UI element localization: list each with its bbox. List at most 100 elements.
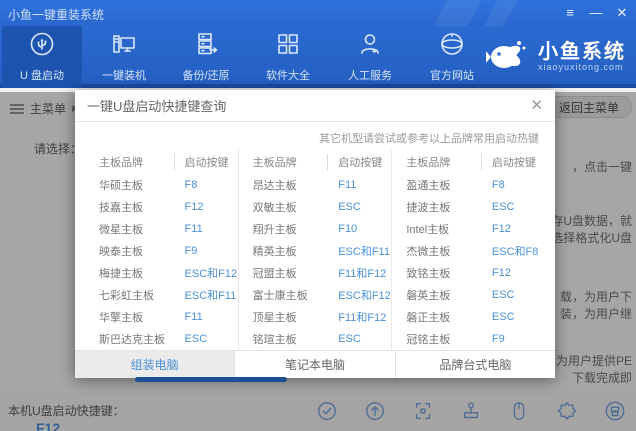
toolbar-item-website[interactable]: 官方网站 (412, 26, 492, 88)
hotkey-table: 主板品牌启动按键华硕主板F8技嘉主板F12微星主板F11映泰主板F9梅捷主板ES… (75, 148, 555, 350)
toolbar-item-label: U 盘启动 (20, 67, 64, 83)
boot-key-cell[interactable]: ESC (327, 201, 391, 213)
boot-key-cell[interactable]: ESC和F8 (481, 243, 545, 259)
pc-icon (111, 31, 137, 62)
boot-key-cell[interactable]: ESC和F11 (327, 243, 391, 259)
boot-key-cell[interactable]: F10 (327, 223, 391, 235)
col-header-key: 启动按键 (481, 154, 545, 170)
dialog-hint-text: 其它机型请尝试或参考以上品牌常用启动热键 (75, 122, 555, 148)
boot-key-cell[interactable]: F9 (481, 333, 545, 345)
close-icon[interactable]: ✕ (614, 5, 630, 21)
website-icon (439, 31, 465, 62)
toolbar-item-service[interactable]: 人工服务 (330, 26, 410, 88)
table-row: 盈通主板F8 (392, 174, 545, 196)
toolbar-item-backup[interactable]: 备份/还原 (166, 26, 246, 88)
tab-brand-desktop[interactable]: 品牌台式电脑 (395, 351, 555, 378)
app-title: 小鱼一键重装系统 (8, 6, 104, 23)
service-icon (357, 31, 383, 62)
toolbar-item-pc[interactable]: 一键装机 (84, 26, 164, 88)
boot-key-cell[interactable]: F12 (481, 223, 545, 235)
table-row: 杰微主板ESC和F8 (392, 240, 545, 262)
toolbar-item-label: 官方网站 (430, 67, 474, 83)
tab-laptop[interactable]: 笔记本电脑 (234, 351, 394, 378)
boot-key-cell[interactable]: F8 (481, 179, 545, 191)
brand-cell: 微星主板 (85, 221, 174, 237)
brand-url: xiaoyuxitong.com (538, 63, 626, 73)
brand-cell: 精英主板 (239, 243, 328, 259)
boot-key-cell[interactable]: ESC (174, 333, 238, 345)
table-row: 磐英主板ESC (392, 284, 545, 306)
brand-cell: 昂达主板 (239, 177, 328, 193)
boot-key-cell[interactable]: ESC和F11 (174, 287, 238, 303)
dialog-title: 一键U盘启动快捷键查询 (87, 96, 226, 115)
table-row: 精英主板ESC和F11 (239, 240, 392, 262)
dialog-close-icon[interactable]: ✕ (530, 98, 543, 113)
table-row: 顶星主板F11和F12 (239, 306, 392, 328)
hotkey-lookup-dialog: 一键U盘启动快捷键查询 ✕ 其它机型请尝试或参考以上品牌常用启动热键 主板品牌启… (75, 90, 555, 378)
minimize-icon[interactable]: — (588, 5, 604, 21)
brand-cell: 铭瑄主板 (239, 331, 328, 347)
boot-key-cell[interactable]: F11和F12 (327, 265, 391, 281)
menu-icon[interactable]: ≡ (562, 5, 578, 21)
apps-icon (275, 31, 301, 62)
titlebar-decor-stripe (428, 0, 485, 26)
boot-key-cell[interactable]: ESC (481, 311, 545, 323)
brand-cell: 富士康主板 (239, 287, 328, 303)
brand-cell: 致铭主板 (392, 265, 481, 281)
table-row: 捷波主板ESC (392, 196, 545, 218)
col-header-brand: 主板品牌 (85, 154, 174, 170)
table-row: 梅捷主板ESC和F12 (85, 262, 238, 284)
boot-key-cell[interactable]: F11 (174, 223, 238, 235)
brand-cell: 捷波主板 (392, 199, 481, 215)
table-row: 华擎主板F11 (85, 306, 238, 328)
brand-cell: 杰微主板 (392, 243, 481, 259)
toolbar-item-label: 一键装机 (102, 67, 146, 83)
boot-key-cell[interactable]: ESC和F12 (327, 287, 391, 303)
brand-cell: 冠盟主板 (239, 265, 328, 281)
boot-key-cell[interactable]: F8 (174, 179, 238, 191)
hotkey-column-group: 主板品牌启动按键盈通主板F8捷波主板ESCIntel主板F12杰微主板ESC和F… (391, 150, 545, 350)
tab-assembled-pc[interactable]: 组装电脑 (75, 351, 234, 378)
boot-key-cell[interactable]: ESC (327, 333, 391, 345)
brand-cell: 磐正主板 (392, 309, 481, 325)
boot-key-cell[interactable]: ESC (481, 289, 545, 301)
horizontal-scrollbar-thumb[interactable] (135, 377, 287, 382)
titlebar-decor-stripe (478, 0, 521, 26)
fish-logo-icon (486, 35, 530, 80)
brand-cell: 盈通主板 (392, 177, 481, 193)
boot-key-cell[interactable]: ESC (481, 201, 545, 213)
dialog-tabs: 组装电脑笔记本电脑品牌台式电脑 (75, 350, 555, 378)
brand-name: 小鱼系统 (538, 41, 626, 63)
table-row: Intel主板F12 (392, 218, 545, 240)
table-row: 华硕主板F8 (85, 174, 238, 196)
table-row: 磐正主板ESC (392, 306, 545, 328)
boot-key-cell[interactable]: F11 (174, 311, 238, 323)
boot-key-cell[interactable]: ESC和F12 (174, 265, 238, 281)
boot-key-cell[interactable]: F12 (481, 267, 545, 279)
brand-cell: 冠铭主板 (392, 331, 481, 347)
boot-key-cell[interactable]: F9 (174, 245, 238, 257)
table-row: 富士康主板ESC和F12 (239, 284, 392, 306)
col-header-key: 启动按键 (174, 154, 238, 170)
col-header-brand: 主板品牌 (239, 154, 328, 170)
boot-key-cell[interactable]: F11和F12 (327, 309, 391, 325)
table-row: 映泰主板F9 (85, 240, 238, 262)
brand-cell: 双敏主板 (239, 199, 328, 215)
brand-cell: 技嘉主板 (85, 199, 174, 215)
col-header-brand: 主板品牌 (392, 154, 481, 170)
table-row: 双敏主板ESC (239, 196, 392, 218)
dialog-header: 一键U盘启动快捷键查询 ✕ (75, 90, 555, 122)
table-row: 斯巴达克主板ESC (85, 328, 238, 350)
brand-cell: 映泰主板 (85, 243, 174, 259)
toolbar-item-usb[interactable]: U 盘启动 (2, 26, 82, 88)
brand-cell: 翔升主板 (239, 221, 328, 237)
main-toolbar: U 盘启动 一键装机 备份/还原软件大全人工服务官方网站 小鱼系统 xiaoyuxi… (0, 26, 636, 88)
table-row: 冠铭主板F9 (392, 328, 545, 350)
boot-key-cell[interactable]: F11 (327, 179, 391, 191)
toolbar-item-apps[interactable]: 软件大全 (248, 26, 328, 88)
brand-cell: Intel主板 (392, 221, 481, 237)
brand-logo: 小鱼系统 xiaoyuxitong.com (486, 28, 626, 86)
hotkey-column-group: 主板品牌启动按键昂达主板F11双敏主板ESC翔升主板F10精英主板ESC和F11… (238, 150, 392, 350)
table-header-row: 主板品牌启动按键 (239, 150, 392, 174)
boot-key-cell[interactable]: F12 (174, 201, 238, 213)
